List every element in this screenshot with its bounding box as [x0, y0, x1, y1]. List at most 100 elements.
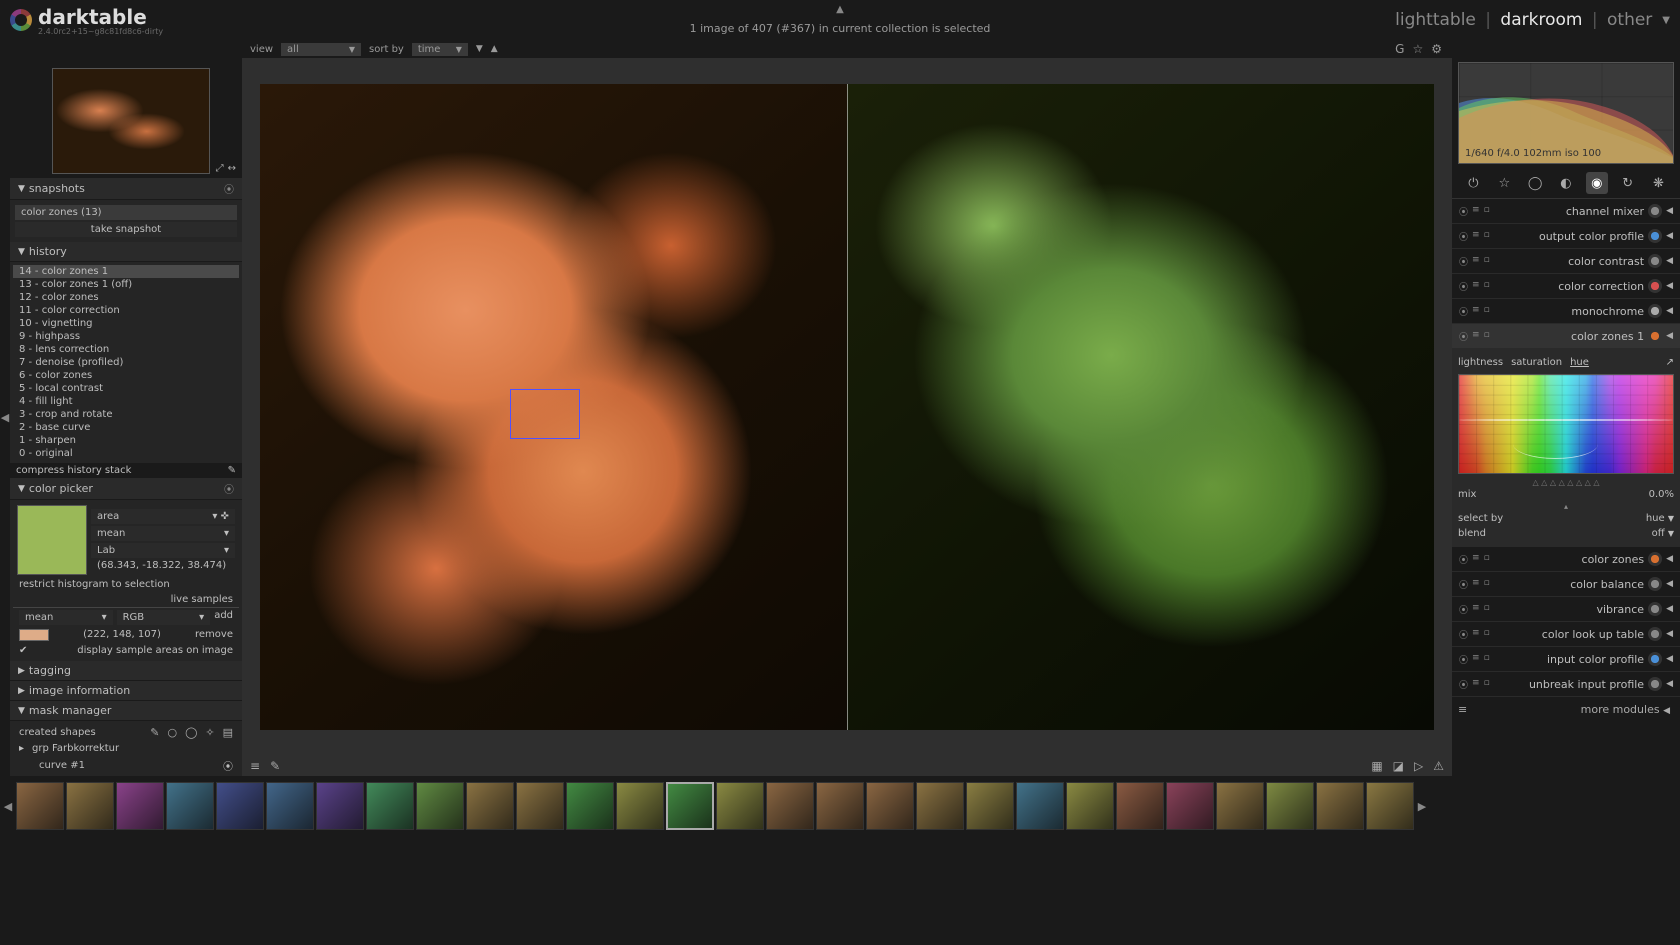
filmstrip-thumb[interactable] [566, 782, 614, 830]
gear-icon[interactable]: ⦿ [224, 481, 234, 496]
tab-active-icon[interactable]: ⏻ [1462, 172, 1484, 194]
module-reset-icon[interactable]: ▫ [1484, 553, 1490, 566]
filmstrip-thumb[interactable] [516, 782, 564, 830]
navigation-thumbnail[interactable] [52, 68, 210, 174]
filmstrip-thumb[interactable] [916, 782, 964, 830]
module-reset-icon[interactable]: ▫ [1484, 653, 1490, 666]
cz-picker-icon[interactable]: ↗ [1666, 357, 1674, 368]
filmstrip-thumb[interactable] [1366, 782, 1414, 830]
module-power-icon[interactable]: ⦿ [1459, 553, 1468, 566]
history-item[interactable]: 7 - denoise (profiled) [13, 356, 239, 369]
history-item[interactable]: 12 - color zones [13, 291, 239, 304]
module-row[interactable]: ⦿≡▫unbreak input profile◀ [1452, 672, 1680, 697]
filmstrip-thumb[interactable] [16, 782, 64, 830]
filmstrip-thumb[interactable] [116, 782, 164, 830]
module-power-icon[interactable]: ⦿ [1459, 678, 1468, 691]
module-row[interactable]: ⦿≡▫color zones 1◀ [1452, 324, 1680, 349]
history-item[interactable]: 0 - original [13, 447, 239, 460]
module-reset-icon[interactable]: ▫ [1484, 603, 1490, 616]
module-power-icon[interactable]: ⦿ [1459, 653, 1468, 666]
history-item[interactable]: 14 - color zones 1 [13, 265, 239, 278]
tab-color-icon[interactable]: ◉ [1586, 172, 1608, 194]
expand-top-arrow-icon[interactable]: ▲ [836, 4, 844, 15]
view-darkroom[interactable]: darkroom [1500, 10, 1582, 30]
module-power-icon[interactable]: ⦿ [1459, 628, 1468, 641]
sample-stat-dropdown[interactable]: mean▾ [19, 610, 113, 625]
module-multi-icon[interactable]: ≡ [1472, 578, 1480, 591]
module-reset-icon[interactable]: ▫ [1484, 205, 1490, 218]
module-power-icon[interactable]: ⦿ [1459, 603, 1468, 616]
picker-stat-dropdown[interactable]: mean▾ [91, 526, 235, 541]
module-reset-icon[interactable]: ▫ [1484, 628, 1490, 641]
filmstrip-thumb[interactable] [1216, 782, 1264, 830]
module-row[interactable]: ⦿≡▫color look up table◀ [1452, 622, 1680, 647]
presets-menu-icon[interactable]: ≡ [1458, 703, 1467, 716]
filmstrip-thumb[interactable] [1016, 782, 1064, 830]
filmstrip[interactable]: ◀ ▶ [0, 776, 1680, 836]
gear-icon[interactable]: ⦿ [224, 181, 234, 196]
tab-tone-icon[interactable]: ◐ [1555, 172, 1577, 194]
module-expand-icon[interactable]: ◀ [1666, 256, 1673, 266]
quick-access-icon[interactable]: ≡ [250, 759, 260, 773]
module-reset-icon[interactable]: ▫ [1484, 678, 1490, 691]
filmstrip-thumb[interactable] [966, 782, 1014, 830]
sample-space-dropdown[interactable]: RGB▾ [117, 610, 211, 625]
tab-base-icon[interactable]: ◯ [1524, 172, 1546, 194]
filmstrip-thumb[interactable] [166, 782, 214, 830]
history-item[interactable]: 2 - base curve [13, 421, 239, 434]
filmstrip-prev-icon[interactable]: ◀ [2, 800, 14, 813]
more-modules-button[interactable]: more modules [1581, 703, 1660, 716]
module-row[interactable]: ⦿≡▫monochrome◀ [1452, 299, 1680, 324]
filmstrip-thumb[interactable] [366, 782, 414, 830]
history-item[interactable]: 11 - color correction [13, 304, 239, 317]
prefs-gear-icon[interactable]: ⚙ [1431, 42, 1442, 56]
snapshot-item[interactable]: color zones (13) [15, 205, 237, 220]
module-power-icon[interactable]: ⦿ [1459, 305, 1468, 318]
cz-tab-hue[interactable]: hue [1570, 357, 1589, 368]
module-multi-icon[interactable]: ≡ [1472, 678, 1480, 691]
picker-mode-dropdown[interactable]: area▾ ✜ [91, 509, 235, 524]
module-row[interactable]: ⦿≡▫color zones◀ [1452, 547, 1680, 572]
filmstrip-thumb[interactable] [766, 782, 814, 830]
cz-tab-lightness[interactable]: lightness [1458, 357, 1503, 368]
gear-icon[interactable]: ⦿ [223, 758, 233, 773]
brush-icon[interactable]: ✎ [150, 726, 159, 739]
history-header[interactable]: ▼history [10, 242, 242, 262]
view-lighttable[interactable]: lighttable [1395, 10, 1476, 30]
history-item[interactable]: 5 - local contrast [13, 382, 239, 395]
filmstrip-thumb[interactable] [266, 782, 314, 830]
sort-asc-icon[interactable]: ▼ [476, 44, 483, 54]
filmstrip-thumb[interactable] [1166, 782, 1214, 830]
blend-dropdown[interactable]: off ▼ [1652, 528, 1674, 539]
group-icon[interactable]: G [1395, 42, 1404, 56]
imageinfo-header[interactable]: ▶image information [10, 681, 242, 701]
module-multi-icon[interactable]: ≡ [1472, 653, 1480, 666]
module-expand-icon[interactable]: ◀ [1666, 281, 1673, 291]
module-row[interactable]: ⦿≡▫output color profile◀ [1452, 224, 1680, 249]
mask-group[interactable]: grp Farbkorrektur [32, 743, 119, 754]
selectby-dropdown[interactable]: hue ▼ [1646, 513, 1674, 524]
filmstrip-thumb[interactable] [1266, 782, 1314, 830]
snapshots-header[interactable]: ▼snapshots⦿ [10, 178, 242, 200]
filmstrip-thumb[interactable] [716, 782, 764, 830]
gamut-icon[interactable]: ▷ [1414, 759, 1423, 773]
compress-history-button[interactable]: compress history stack [16, 465, 131, 476]
filmstrip-thumb[interactable] [866, 782, 914, 830]
filmstrip-thumb[interactable] [666, 782, 714, 830]
view-other[interactable]: other [1607, 10, 1652, 30]
history-item[interactable]: 4 - fill light [13, 395, 239, 408]
history-item[interactable]: 6 - color zones [13, 369, 239, 382]
ellipse-icon[interactable]: ◯ [185, 726, 197, 739]
image-canvas[interactable] [260, 84, 1434, 730]
styles-icon[interactable]: ✎ [228, 465, 236, 476]
display-samples-checkbox[interactable]: ✔ [19, 645, 27, 656]
take-snapshot-button[interactable]: take snapshot [15, 222, 237, 237]
softproof-icon[interactable]: ◪ [1393, 759, 1404, 773]
histogram[interactable]: 1/640 f/4.0 102mm iso 100 [1458, 62, 1674, 164]
tab-favorites-icon[interactable]: ☆ [1493, 172, 1515, 194]
module-multi-icon[interactable]: ≡ [1472, 553, 1480, 566]
path-icon[interactable]: ✧ [205, 726, 214, 739]
filmstrip-thumb[interactable] [616, 782, 664, 830]
module-row[interactable]: ⦿≡▫vibrance◀ [1452, 597, 1680, 622]
picker-selection-rect[interactable] [510, 389, 580, 439]
